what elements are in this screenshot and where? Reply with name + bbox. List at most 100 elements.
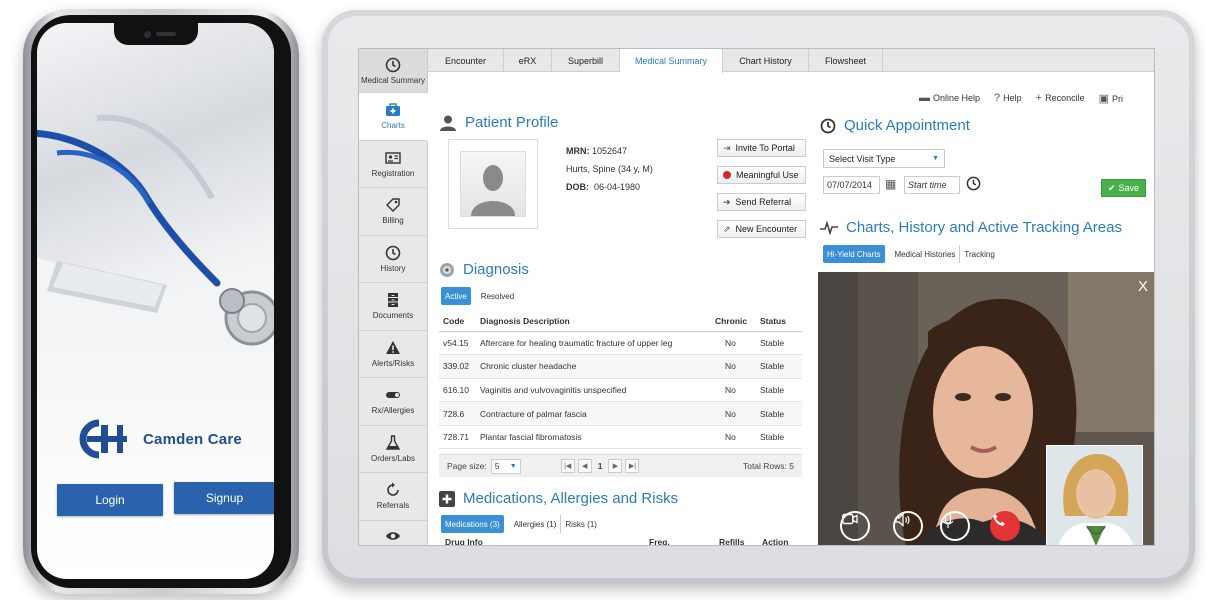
column-header-chronic[interactable]: Chronic xyxy=(711,312,756,332)
medications-filter-tabs: Medications (3) Allergies (1) Risks (1) xyxy=(441,515,601,533)
tab-medical-summary[interactable]: Medical Summary xyxy=(620,49,723,73)
tab-flowsheet[interactable]: Flowsheet xyxy=(809,49,883,72)
column-header-description[interactable]: Diagnosis Description xyxy=(476,312,711,332)
speaker-toggle-button[interactable] xyxy=(893,511,923,541)
save-button[interactable]: ✔ Save xyxy=(1101,179,1146,197)
camera-toggle-button[interactable] xyxy=(840,511,870,541)
column-header-action[interactable]: Action xyxy=(762,537,788,545)
column-header-refills[interactable]: Refills xyxy=(719,537,762,545)
printer-icon: ▣ xyxy=(1098,93,1110,105)
next-page-button[interactable]: ▶ xyxy=(608,459,623,473)
tracking-heading: Charts, History and Active Tracking Area… xyxy=(820,219,1122,236)
phone-hangup-icon xyxy=(993,514,1005,526)
first-page-button[interactable]: |◀ xyxy=(560,459,575,473)
send-referral-button[interactable]: ➜ Send Referral xyxy=(717,193,806,211)
cell-code: 728.6 xyxy=(439,401,476,426)
self-view-video xyxy=(1046,445,1143,545)
cell-status: Stable xyxy=(756,331,802,356)
end-call-button[interactable] xyxy=(990,511,1020,541)
patient-photo xyxy=(448,139,538,229)
dob-value: 06-04-1980 xyxy=(594,182,641,192)
table-row[interactable]: 728.6 Contracture of palmar fascia No St… xyxy=(439,401,802,426)
tab-chart-history[interactable]: Chart History xyxy=(723,49,809,72)
sidebar-item-alerts-risks[interactable]: Alerts/Risks xyxy=(359,331,427,378)
id-card-icon xyxy=(385,152,401,164)
question-icon: ? xyxy=(994,92,1001,104)
tag-icon xyxy=(386,198,400,213)
tab-tracking[interactable]: Tracking xyxy=(960,245,998,263)
sidebar-item-rx-allergies[interactable]: Rx/Allergies xyxy=(359,378,427,426)
sidebar-item-documents[interactable]: Documents xyxy=(359,283,427,331)
tab-medical-histories[interactable]: Medical Histories xyxy=(891,245,961,263)
patient-info: MRN: 1052647 Hurts, Spine (34 y, M) DOB:… xyxy=(566,142,653,196)
sidebar-item-history[interactable]: History xyxy=(359,236,427,283)
tab-erx[interactable]: eRX xyxy=(504,49,552,72)
cell-description: Vaginitis and vulvovaginitis unspecified xyxy=(476,378,711,403)
cell-status: Stable xyxy=(756,354,802,379)
tab-medications[interactable]: Medications (3) xyxy=(441,515,504,533)
meaningful-use-button[interactable]: Meaningful Use xyxy=(717,166,806,184)
eye-icon xyxy=(386,531,400,540)
sidebar-item-registration[interactable]: Registration xyxy=(359,141,427,188)
medications-title: Medications, Allergies and Risks xyxy=(463,490,679,507)
microphone-toggle-button[interactable] xyxy=(940,511,970,541)
visit-type-select[interactable]: Select Visit Type ▼ xyxy=(823,149,945,168)
diagnosis-table: Code Diagnosis Description Chronic Statu… xyxy=(439,312,802,450)
camera-icon xyxy=(842,513,858,525)
tab-resolved[interactable]: Resolved xyxy=(477,287,518,305)
help-label: Help xyxy=(1003,93,1022,103)
sidebar-item-label: Medical Summary xyxy=(360,75,425,85)
sidebar-item-orders-labs[interactable]: Orders/Labs xyxy=(359,426,427,473)
encounter-label: New Encounter xyxy=(735,224,798,234)
table-row[interactable]: 728.71 Plantar fascial fibromatosis No S… xyxy=(439,425,802,450)
sidebar-item-referrals[interactable]: Referrals xyxy=(359,473,427,521)
help-link[interactable]: ? Help xyxy=(994,92,1022,105)
sidebar-item-billing[interactable]: Billing xyxy=(359,188,427,236)
tab-active[interactable]: Active xyxy=(441,287,471,305)
online-help-link[interactable]: ▬ Online Help xyxy=(919,92,980,105)
camden-care-logo xyxy=(79,419,127,459)
reconcile-link[interactable]: + Reconcile xyxy=(1036,92,1085,105)
column-header-code[interactable]: Code xyxy=(439,312,476,332)
referral-label: Send Referral xyxy=(735,197,792,207)
start-time-field[interactable]: Start time xyxy=(904,176,960,194)
column-header-drug-info[interactable]: Drug Info xyxy=(439,537,649,545)
avatar xyxy=(460,151,526,217)
diagnosis-heading: Diagnosis xyxy=(439,261,529,278)
table-row[interactable]: v54.15 Aftercare for healing traumatic f… xyxy=(439,331,802,356)
print-link[interactable]: ▣ Pri xyxy=(1099,92,1123,105)
tab-allergies[interactable]: Allergies (1) xyxy=(510,515,562,533)
login-button[interactable]: Login xyxy=(57,484,163,516)
table-pager: Page size: 5 ▼ |◀ ◀ 1 ▶ ▶| Total Rows: 5 xyxy=(439,454,802,477)
invite-to-portal-button[interactable]: ⇥ Invite To Portal xyxy=(717,139,806,157)
tab-hi-yield-charts[interactable]: Hi-Yield Charts xyxy=(823,245,885,263)
table-header-row: Code Diagnosis Description Chronic Statu… xyxy=(439,312,802,332)
mrn-row: MRN: 1052647 xyxy=(566,142,653,160)
tab-superbill[interactable]: Superbill xyxy=(552,49,620,72)
new-encounter-button[interactable]: ⇗ New Encounter xyxy=(717,220,806,238)
column-header-status[interactable]: Status xyxy=(756,312,802,332)
front-camera xyxy=(144,31,151,38)
toggle-icon xyxy=(386,392,400,399)
tab-encounter[interactable]: Encounter xyxy=(428,49,504,72)
sidebar-item-charts[interactable]: Charts xyxy=(359,93,428,141)
tab-risks[interactable]: Risks (1) xyxy=(561,515,601,533)
signup-button[interactable]: Signup xyxy=(174,482,274,514)
patient-name: Hurts, Spine (34 y, M) xyxy=(566,164,653,174)
sidebar-item-medical-summary[interactable]: Medical Summary xyxy=(359,49,427,93)
clock-icon[interactable] xyxy=(966,176,981,191)
last-page-button[interactable]: ▶| xyxy=(625,459,640,473)
page-size-value: 5 xyxy=(494,461,500,471)
close-video-button[interactable]: X xyxy=(1138,278,1148,295)
cell-chronic: No xyxy=(711,401,756,426)
page-size-select[interactable]: 5 ▼ xyxy=(490,458,521,474)
calendar-icon[interactable]: ▦ xyxy=(885,177,896,191)
column-header-freq[interactable]: Freq. xyxy=(649,537,719,545)
sidebar-item-label: Orders/Labs xyxy=(370,453,416,463)
table-row[interactable]: 339.02 Chronic cluster headache No Stabl… xyxy=(439,354,802,379)
prev-page-button[interactable]: ◀ xyxy=(577,459,592,473)
utility-links: ▬ Online Help ? Help + Reconcile ▣ Pri xyxy=(919,92,1123,105)
table-row[interactable]: 616.10 Vaginitis and vulvovaginitis unsp… xyxy=(439,378,802,403)
sidebar-item-view[interactable] xyxy=(359,521,427,546)
appointment-date-field[interactable]: 07/07/2014 xyxy=(823,176,880,194)
